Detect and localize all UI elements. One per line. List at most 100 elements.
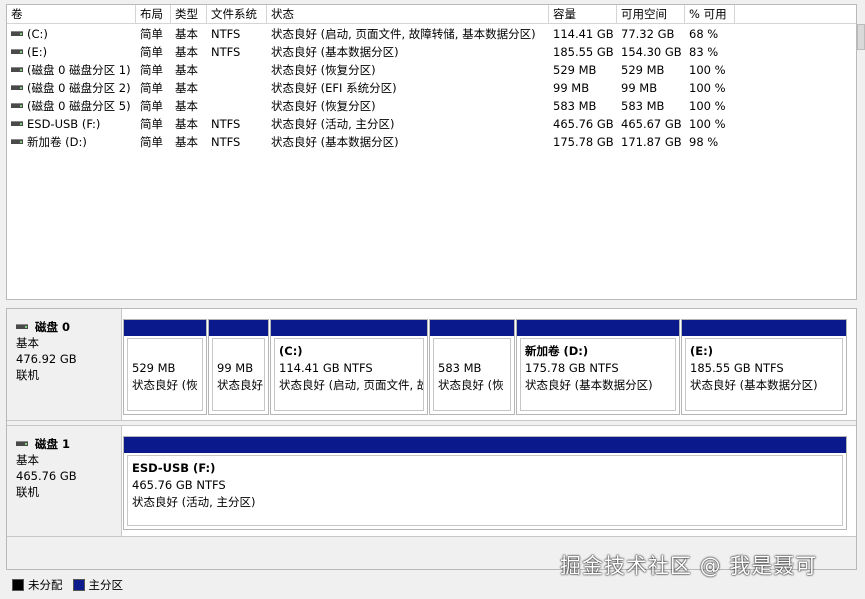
volume-list[interactable]: 卷 布局 类型 文件系统 状态 容量 可用空间 % 可用 (C:) 简单 基本 … xyxy=(6,4,857,300)
disk-name-label: 磁盘 0 xyxy=(35,320,71,334)
volume-free-space: 465.67 GB xyxy=(621,117,682,131)
partition-block[interactable]: 583 MB 状态良好 (恢 xyxy=(429,319,515,415)
pane-splitter[interactable] xyxy=(0,300,865,308)
disk-info-0[interactable]: 磁盘 0 基本 476.92 GB 联机 xyxy=(7,309,122,420)
column-header-type[interactable]: 类型 xyxy=(171,5,207,24)
volume-name: (磁盘 0 磁盘分区 5) xyxy=(27,99,131,113)
partition-status: 状态良好 xyxy=(217,378,263,392)
volume-type: 基本 xyxy=(175,81,198,95)
partition-size: 114.41 GB NTFS xyxy=(279,361,373,375)
volume-free-space: 529 MB xyxy=(621,63,665,77)
partition-block[interactable]: (E:) 185.55 GB NTFS 状态良好 (基本数据分区) xyxy=(681,319,847,415)
disk-state: 联机 xyxy=(16,368,39,382)
volume-filesystem: NTFS xyxy=(211,27,241,41)
volume-layout: 简单 xyxy=(140,45,163,59)
volume-free-space: 171.87 GB xyxy=(621,135,682,149)
partition-block[interactable]: 529 MB 状态良好 (恢 xyxy=(123,319,207,415)
legend-label: 未分配 xyxy=(28,578,63,592)
partition-label: (C:) xyxy=(279,344,303,358)
volume-percent-free: 100 % xyxy=(689,117,726,131)
volume-type: 基本 xyxy=(175,45,198,59)
partition-status: 状态良好 (基本数据分区) xyxy=(690,378,818,392)
volume-name: (C:) xyxy=(27,27,48,41)
table-row[interactable]: (C:) 简单 基本 NTFS 状态良好 (启动, 页面文件, 故障转储, 基本… xyxy=(7,25,856,43)
volume-free-space: 77.32 GB xyxy=(621,27,675,41)
disk-state: 联机 xyxy=(16,485,39,499)
column-header-free-space[interactable]: 可用空间 xyxy=(617,5,685,24)
column-header-capacity[interactable]: 容量 xyxy=(549,5,617,24)
volume-status: 状态良好 (恢复分区) xyxy=(271,63,376,77)
drive-icon xyxy=(11,49,23,54)
legend-swatch-black xyxy=(12,579,24,591)
table-row[interactable]: (磁盘 0 磁盘分区 5) 简单 基本 状态良好 (恢复分区) 583 MB 5… xyxy=(7,97,856,115)
partition-label: ESD-USB (F:) xyxy=(132,461,216,475)
volume-name: (磁盘 0 磁盘分区 1) xyxy=(27,63,131,77)
table-row[interactable]: (磁盘 0 磁盘分区 1) 简单 基本 状态良好 (恢复分区) 529 MB 5… xyxy=(7,61,856,79)
volume-capacity: 583 MB xyxy=(553,99,597,113)
volume-capacity: 185.55 GB xyxy=(553,45,614,59)
volume-percent-free: 100 % xyxy=(689,99,726,113)
volume-filesystem xyxy=(207,79,267,97)
volume-percent-free: 83 % xyxy=(689,45,719,59)
table-row[interactable]: (E:) 简单 基本 NTFS 状态良好 (基本数据分区) 185.55 GB … xyxy=(7,43,856,61)
column-header-layout[interactable]: 布局 xyxy=(136,5,171,24)
drive-icon xyxy=(11,121,23,126)
volume-status: 状态良好 (启动, 页面文件, 故障转储, 基本数据分区) xyxy=(271,27,536,41)
table-row[interactable]: 新加卷 (D:) 简单 基本 NTFS 状态良好 (基本数据分区) 175.78… xyxy=(7,133,856,151)
partition-size: 529 MB xyxy=(132,361,176,375)
partition-block[interactable]: ESD-USB (F:) 465.76 GB NTFS 状态良好 (活动, 主分… xyxy=(123,436,847,530)
partition-block[interactable]: 新加卷 (D:) 175.78 GB NTFS 状态良好 (基本数据分区) xyxy=(516,319,680,415)
disk-name-label: 磁盘 1 xyxy=(35,437,71,451)
volume-capacity: 529 MB xyxy=(553,63,597,77)
primary-partition-bar xyxy=(124,320,206,336)
partition-size: 583 MB xyxy=(438,361,482,375)
legend-label: 主分区 xyxy=(88,578,124,592)
volume-status: 状态良好 (基本数据分区) xyxy=(271,135,399,149)
scrollbar-thumb[interactable] xyxy=(857,24,865,50)
partition-label: (E:) xyxy=(690,344,713,358)
volume-name: (E:) xyxy=(27,45,48,59)
drive-icon xyxy=(11,139,23,144)
column-header-status[interactable]: 状态 xyxy=(267,5,549,24)
disk-info-1[interactable]: 磁盘 1 基本 465.76 GB 联机 xyxy=(7,426,122,536)
partition-status: 状态良好 (恢 xyxy=(438,378,504,392)
partition-size: 465.76 GB NTFS xyxy=(132,478,226,492)
table-row[interactable]: (磁盘 0 磁盘分区 2) 简单 基本 状态良好 (EFI 系统分区) 99 M… xyxy=(7,79,856,97)
disk-name: 磁盘 1 xyxy=(16,436,121,452)
partition-label: 新加卷 (D:) xyxy=(525,344,589,358)
volume-status: 状态良好 (基本数据分区) xyxy=(271,45,399,59)
disk-icon xyxy=(16,440,28,446)
volume-status: 状态良好 (EFI 系统分区) xyxy=(271,81,397,95)
volume-capacity: 175.78 GB xyxy=(553,135,614,149)
volume-type: 基本 xyxy=(175,63,198,77)
volume-name: 新加卷 (D:) xyxy=(27,135,87,149)
volume-filesystem: NTFS xyxy=(211,45,241,59)
primary-partition-bar xyxy=(517,320,679,336)
disk-map: 磁盘 0 基本 476.92 GB 联机 529 MB 状态良好 (恢 99 M… xyxy=(6,308,857,570)
disk-row-0: 磁盘 0 基本 476.92 GB 联机 529 MB 状态良好 (恢 99 M… xyxy=(7,309,856,420)
table-row[interactable]: ESD-USB (F:) 简单 基本 NTFS 状态良好 (活动, 主分区) 4… xyxy=(7,115,856,133)
disk-type: 基本 xyxy=(16,336,39,350)
volume-layout: 简单 xyxy=(140,117,163,131)
drive-icon xyxy=(11,85,23,90)
partition-status: 状态良好 (恢 xyxy=(132,378,198,392)
volume-filesystem xyxy=(207,61,267,79)
volume-list-header: 卷 布局 类型 文件系统 状态 容量 可用空间 % 可用 xyxy=(7,5,856,24)
volume-name: (磁盘 0 磁盘分区 2) xyxy=(27,81,131,95)
primary-partition-bar xyxy=(124,437,846,453)
disk-name: 磁盘 0 xyxy=(16,319,121,335)
primary-partition-bar xyxy=(209,320,268,336)
volume-type: 基本 xyxy=(175,135,198,149)
column-header-percent-free[interactable]: % 可用 xyxy=(685,5,735,24)
partition-block[interactable]: (C:) 114.41 GB NTFS 状态良好 (启动, 页面文件, 故 xyxy=(270,319,428,415)
drive-icon xyxy=(11,67,23,72)
primary-partition-bar xyxy=(271,320,427,336)
volume-filesystem: NTFS xyxy=(211,117,241,131)
partition-block[interactable]: 99 MB 状态良好 xyxy=(208,319,269,415)
column-header-volume[interactable]: 卷 xyxy=(7,5,136,24)
volume-filesystem: NTFS xyxy=(211,135,241,149)
column-header-filesystem[interactable]: 文件系统 xyxy=(207,5,267,24)
disk-row-1: 磁盘 1 基本 465.76 GB 联机 ESD-USB (F:) 465.76… xyxy=(7,426,856,536)
volume-percent-free: 100 % xyxy=(689,81,726,95)
volume-status: 状态良好 (恢复分区) xyxy=(271,99,376,113)
